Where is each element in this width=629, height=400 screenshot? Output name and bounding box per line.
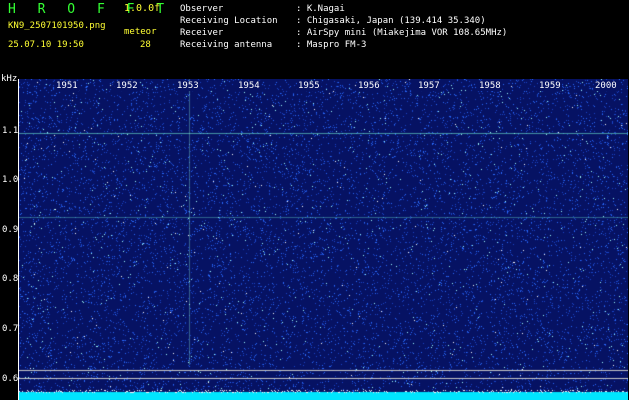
y-tick-label: 1.0 — [2, 175, 19, 185]
timestamp-label: 25.07.10 19:50 — [8, 40, 84, 50]
x-tick-label: 1951 — [55, 81, 79, 91]
x-tick-label: 1954 — [237, 81, 261, 91]
y-tick-label: 1.1 — [2, 126, 19, 136]
meteor-count: 28 — [140, 40, 151, 50]
x-tick-label: 1957 — [417, 81, 441, 91]
x-tick-label: 2000 — [594, 81, 618, 91]
spectrogram-canvas — [19, 79, 628, 400]
meteor-label: meteor — [124, 27, 157, 37]
receiver-label: Receiver — [180, 28, 224, 38]
header-panel: H R O F F T 1.0.0f KN9_2507101950.png 25… — [0, 0, 629, 72]
antenna-label: Receiving antenna — [180, 40, 273, 50]
x-tick-label: 1955 — [297, 81, 321, 91]
location-value: : Chigasaki, Japan (139.414 35.340) — [296, 16, 486, 26]
x-tick-label: 1953 — [176, 81, 200, 91]
y-tick-label: 0.9 — [2, 225, 19, 235]
version-label: 1.0.0f — [124, 3, 161, 14]
observer-label: Observer — [180, 4, 224, 14]
observer-value: : K.Nagai — [296, 4, 345, 14]
location-label: Receiving Location — [180, 16, 278, 26]
x-tick-label: 1959 — [538, 81, 562, 91]
x-tick-label: 1958 — [478, 81, 502, 91]
y-tick-label: 0.8 — [2, 274, 19, 284]
y-axis-unit: kHz — [1, 74, 18, 84]
filename-label: KN9_2507101950.png — [8, 21, 106, 31]
x-tick-label: 1952 — [115, 81, 139, 91]
antenna-value: : Maspro FM-3 — [296, 40, 367, 50]
spectrogram-plot: 1951 1952 1953 1954 1955 1956 1957 1958 … — [18, 79, 628, 400]
y-tick-label: 0.7 — [2, 324, 19, 334]
y-tick-label: 0.6 — [2, 374, 19, 384]
x-tick-label: 1956 — [357, 81, 381, 91]
receiver-value: : AirSpy mini (Miakejima VOR 108.65MHz) — [296, 28, 508, 38]
